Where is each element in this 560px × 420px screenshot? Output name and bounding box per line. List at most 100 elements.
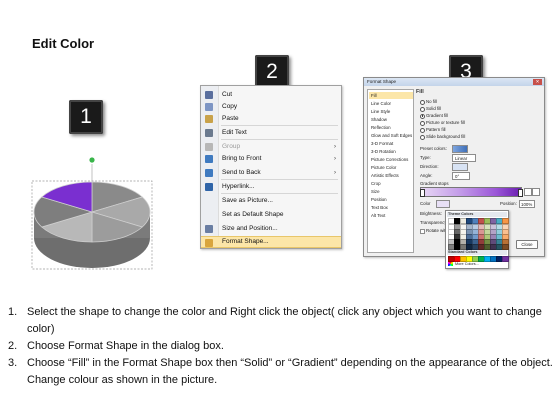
category-line-color[interactable]: Line Color xyxy=(369,100,413,107)
angle-input[interactable]: 0° xyxy=(452,172,470,180)
category-reflection[interactable]: Reflection xyxy=(369,124,413,131)
menu-item-label: Set as Default Shape xyxy=(222,211,284,218)
bring-front-icon xyxy=(205,155,213,163)
fill-radio[interactable] xyxy=(420,134,425,140)
category-3-d-format[interactable]: 3-D Format xyxy=(369,140,413,147)
category-crop[interactable]: Crop xyxy=(369,180,413,187)
category-list: Fill Line Color Line Style Shadow Reflection… xyxy=(367,89,414,253)
instruction-step: 3. Choose “Fill” in the Format Shape box … xyxy=(8,355,553,389)
fill-option-label: Gradient fill xyxy=(426,113,449,118)
step-number: 1. xyxy=(8,306,18,318)
step-text: Choose Format Shape in the dialog box. xyxy=(27,340,224,352)
fill-radio[interactable] xyxy=(420,113,425,119)
instruction-list: 1. Select the shape to change the color a… xyxy=(8,304,553,389)
menu-item-label: Size and Position... xyxy=(222,225,278,232)
type-select[interactable]: Linear xyxy=(452,154,476,162)
preset-colors-dropdown[interactable] xyxy=(452,145,468,153)
menu-item-label: Cut xyxy=(222,91,233,98)
menu-item-save-as-picture[interactable]: Save as Picture... xyxy=(201,195,341,207)
menu-item-edit-text[interactable]: Edit Text xyxy=(201,127,341,139)
close-button[interactable]: Close xyxy=(516,240,538,249)
submenu-arrow-icon: › xyxy=(334,144,336,150)
menu-item-label: Save as Picture... xyxy=(222,197,273,204)
category-line-style[interactable]: Line Style xyxy=(369,108,413,115)
step-text: Select the shape to change the color and… xyxy=(27,306,542,335)
step-badge-1: 1 xyxy=(69,100,103,134)
rotate-checkbox[interactable] xyxy=(420,229,425,234)
category-text-box[interactable]: Text Box xyxy=(369,204,413,211)
type-label: Type: xyxy=(420,155,431,160)
position-input[interactable]: 100% xyxy=(519,200,535,208)
menu-item-label: Hyperlink... xyxy=(222,183,255,190)
menu-separator xyxy=(221,125,338,126)
gradient-stops-bar[interactable] xyxy=(420,187,523,197)
category-shadow[interactable]: Shadow xyxy=(369,116,413,123)
menu-item-hyperlink[interactable]: Hyperlink... xyxy=(201,181,341,193)
menu-item-set-as-default-shape[interactable]: Set as Default Shape xyxy=(201,209,341,221)
color-picker-button[interactable] xyxy=(436,200,450,208)
category-artistic-effects[interactable]: Artistic Effects xyxy=(369,172,413,179)
hyperlink-icon xyxy=(205,183,213,191)
add-stop-button[interactable] xyxy=(524,188,532,196)
menu-separator xyxy=(221,179,338,180)
gradient-stop-end[interactable] xyxy=(518,189,523,197)
theme-colors-popup: Theme Colors Standard Colors More Colors… xyxy=(445,210,509,269)
color-label: Color xyxy=(420,201,431,206)
category-fill[interactable]: Fill xyxy=(369,92,413,99)
menu-separator xyxy=(221,193,338,194)
menu-item-size-and-position[interactable]: Size and Position... xyxy=(201,223,341,235)
remove-stop-button[interactable] xyxy=(532,188,540,196)
fill-radio[interactable] xyxy=(420,106,425,112)
menu-item-copy[interactable]: Copy xyxy=(201,101,341,113)
gradient-stop-start[interactable] xyxy=(420,189,425,197)
menu-item-send-to-back[interactable]: Send to Back › xyxy=(201,167,341,179)
preset-label: Preset colors: xyxy=(420,146,447,151)
context-menu: Cut Copy Paste Edit Text Group › Bring to Fron… xyxy=(200,85,342,249)
angle-value: 0° xyxy=(455,173,460,179)
more-colors-icon xyxy=(448,262,453,266)
fill-radio[interactable] xyxy=(420,120,425,126)
category-size[interactable]: Size xyxy=(369,188,413,195)
angle-label: Angle: xyxy=(420,173,433,178)
pie-shape[interactable] xyxy=(28,150,156,278)
page-title: Edit Color xyxy=(32,36,95,51)
category-glow-and-soft-edges[interactable]: Glow and Soft Edges xyxy=(369,132,413,139)
paste-icon xyxy=(205,115,213,123)
fill-option-label: Slide background fill xyxy=(426,134,466,139)
pie-top[interactable] xyxy=(33,181,151,243)
fill-radio[interactable] xyxy=(420,99,425,105)
category-alt-text[interactable]: Alt Text xyxy=(369,212,413,219)
fill-option-label: Solid fill xyxy=(426,106,442,111)
position-label: Position: xyxy=(500,201,517,206)
instruction-step: 2. Choose Format Shape in the dialog box. xyxy=(8,338,553,355)
menu-item-format-shape[interactable]: Format Shape... xyxy=(201,236,341,248)
category-position[interactable]: Position xyxy=(369,196,413,203)
direction-label: Direction: xyxy=(420,164,439,169)
direction-dropdown[interactable] xyxy=(452,163,468,171)
category-picture-corrections[interactable]: Picture Corrections xyxy=(369,156,413,163)
menu-item-bring-to-front[interactable]: Bring to Front › xyxy=(201,153,341,165)
fill-radio[interactable] xyxy=(420,127,425,133)
position-value: 100% xyxy=(521,201,533,207)
submenu-arrow-icon: › xyxy=(334,170,336,176)
category-3-d-rotation[interactable]: 3-D Rotation xyxy=(369,148,413,155)
more-colors-link[interactable]: More Colors... xyxy=(455,262,479,267)
menu-item-paste[interactable]: Paste xyxy=(201,113,341,125)
fill-option-label: Pattern fill xyxy=(426,127,446,132)
fill-option-label: Picture or texture fill xyxy=(426,120,465,125)
menu-item-label: Bring to Front xyxy=(222,155,262,162)
category-picture-color[interactable]: Picture Color xyxy=(369,164,413,171)
rotation-handle[interactable] xyxy=(89,157,95,163)
fill-section-title: Fill xyxy=(416,89,424,95)
menu-item-cut[interactable]: Cut xyxy=(201,89,341,101)
dialog-close-icon[interactable]: ✕ xyxy=(533,79,542,85)
fill-option-label: No fill xyxy=(426,99,437,104)
step-text: Choose “Fill” in the Format Shape box th… xyxy=(27,357,553,386)
step-number: 3. xyxy=(8,357,18,369)
menu-item-label: Send to Back xyxy=(222,169,261,176)
send-back-icon xyxy=(205,169,213,177)
edit-text-icon xyxy=(205,129,213,137)
standard-colors-header: Standard Colors xyxy=(447,250,507,255)
standard-color-swatch[interactable] xyxy=(502,256,509,262)
format-shape-icon xyxy=(205,239,213,247)
